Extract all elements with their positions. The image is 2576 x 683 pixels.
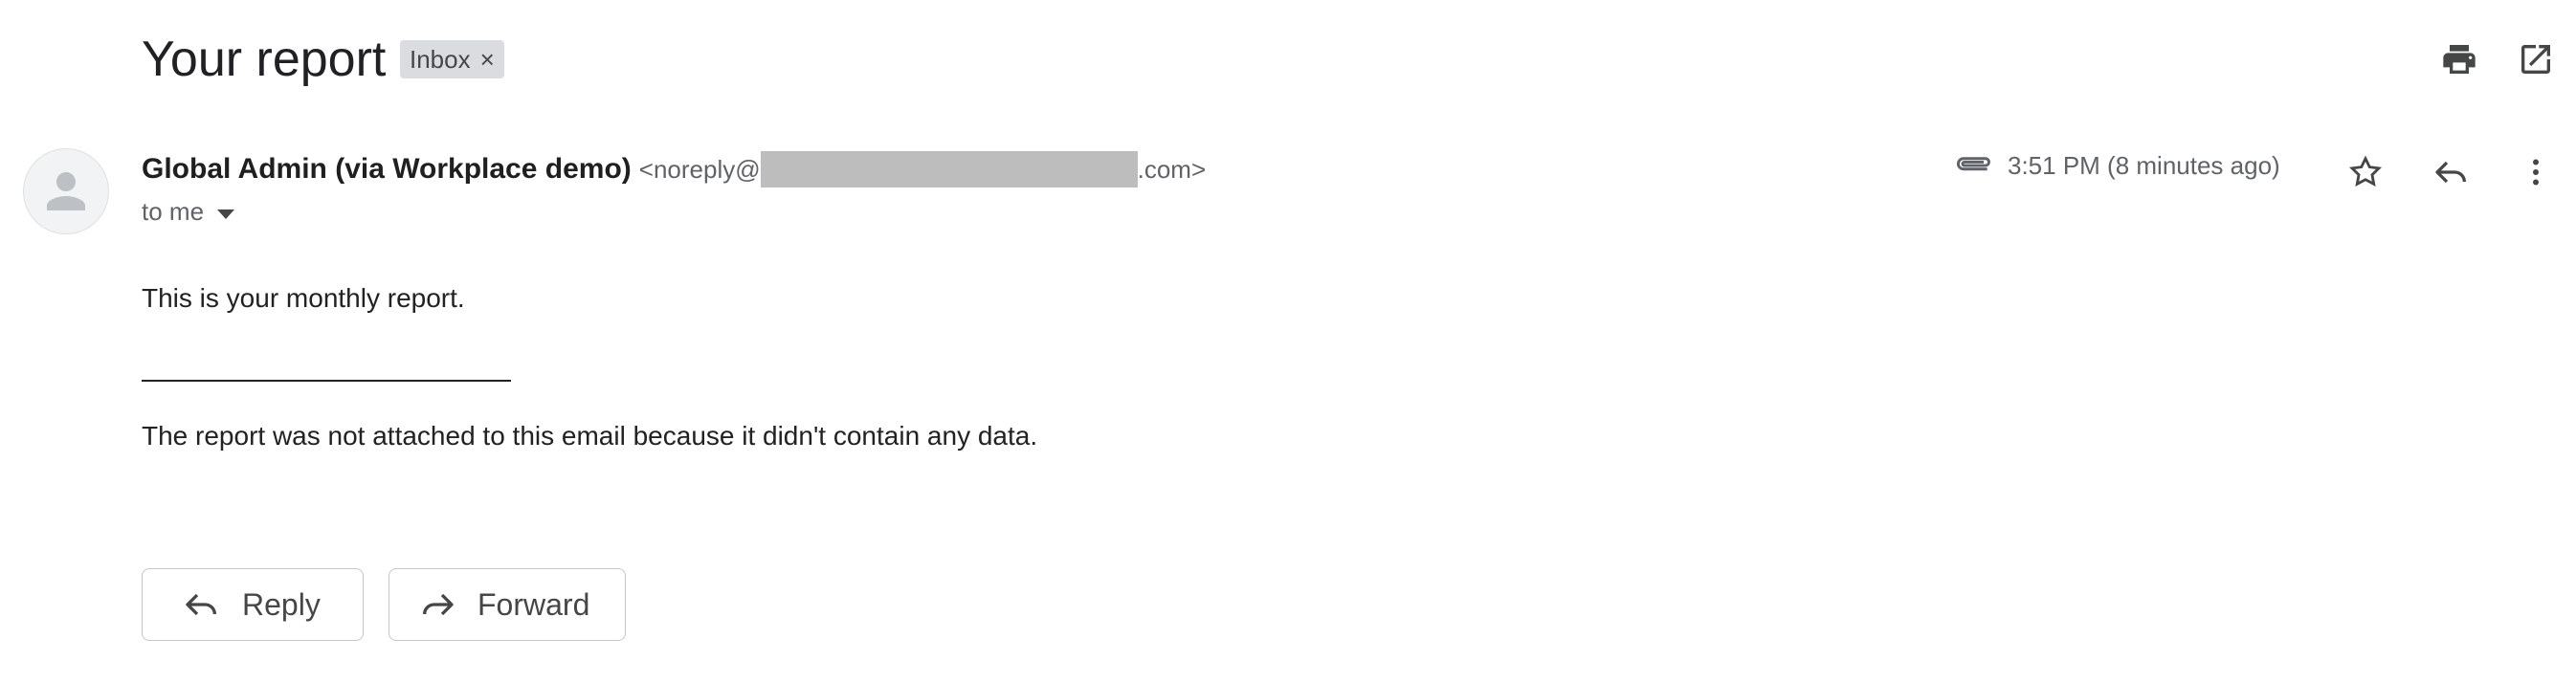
email-subject: Your report [142, 32, 387, 87]
sender-avatar[interactable] [23, 148, 109, 234]
forward-button-label: Forward [477, 586, 590, 622]
sender-email: <noreply@ .com> [639, 151, 1206, 187]
sender-email-prefix: <noreply@ [638, 154, 761, 184]
remove-label-icon[interactable]: × [480, 45, 495, 75]
redacted-domain [760, 151, 1138, 187]
sender-line: Global Admin (via Workplace demo) <norep… [142, 151, 1206, 187]
recipient-label: to me [142, 197, 205, 226]
person-icon [47, 172, 85, 210]
print-icon[interactable] [2436, 36, 2482, 82]
message-meta: 3:51 PM (8 minutes ago) [1952, 151, 2280, 181]
message-time: 3:51 PM (8 minutes ago) [2008, 151, 2280, 180]
reply-button-label: Reply [242, 586, 321, 622]
forward-icon [418, 585, 456, 624]
email-view: Your report Inbox × Global Admin (via Wo… [0, 0, 2576, 683]
chevron-down-icon [217, 209, 235, 219]
inbox-label-chip[interactable]: Inbox × [400, 40, 504, 78]
message-line-2: The report was not attached to this emai… [142, 421, 1038, 451]
reply-icon[interactable] [2429, 149, 2475, 195]
forward-button[interactable]: Forward [389, 568, 626, 641]
label-chip-text: Inbox [410, 44, 471, 74]
message-line-1: This is your monthly report. [142, 283, 465, 313]
star-icon[interactable] [2343, 149, 2388, 195]
more-options-icon[interactable] [2513, 149, 2559, 195]
attachment-icon [1952, 152, 1994, 181]
sender-name[interactable]: Global Admin (via Workplace demo) [142, 153, 632, 186]
reply-button[interactable]: Reply [142, 568, 364, 641]
sender-email-suffix: .com> [1137, 154, 1207, 184]
reply-icon [183, 585, 221, 624]
separator-line [142, 380, 511, 382]
open-in-new-window-icon[interactable] [2513, 36, 2559, 82]
recipient-details-toggle[interactable]: to me [142, 197, 235, 227]
